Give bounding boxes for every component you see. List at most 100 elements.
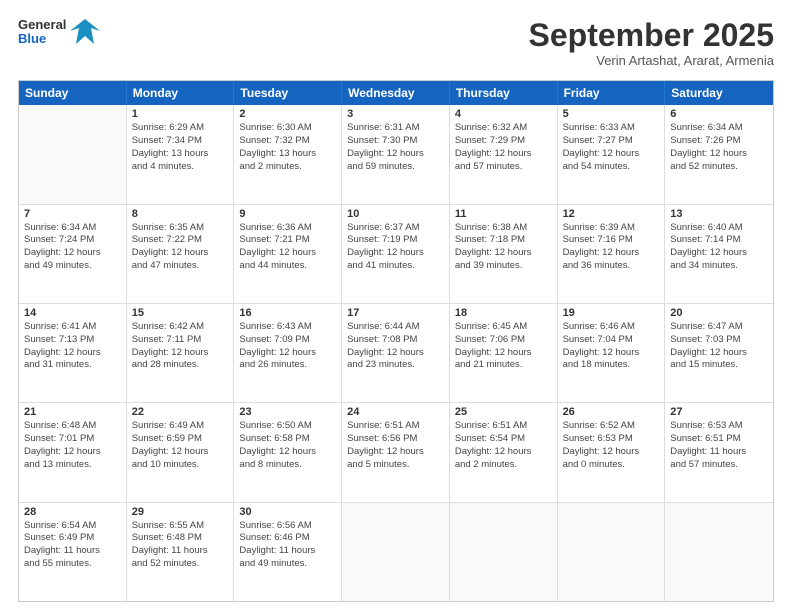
day-info-line: Sunset: 7:09 PM <box>239 334 336 347</box>
day-number: 25 <box>455 406 552 418</box>
day-info-line: Daylight: 11 hours <box>670 446 768 459</box>
day-info-line: and 54 minutes. <box>563 161 660 174</box>
calendar-week-1: 1Sunrise: 6:29 AMSunset: 7:34 PMDaylight… <box>19 105 773 204</box>
calendar-day-11: 11Sunrise: 6:38 AMSunset: 7:18 PMDayligh… <box>450 205 558 303</box>
day-number: 2 <box>239 108 336 120</box>
day-info-line: Daylight: 12 hours <box>455 247 552 260</box>
day-info-line: Daylight: 12 hours <box>563 446 660 459</box>
day-info-line: Daylight: 12 hours <box>132 347 229 360</box>
calendar-week-3: 14Sunrise: 6:41 AMSunset: 7:13 PMDayligh… <box>19 304 773 403</box>
day-info-line: Daylight: 13 hours <box>239 148 336 161</box>
day-number: 3 <box>347 108 444 120</box>
day-info-line: Sunset: 6:51 PM <box>670 433 768 446</box>
calendar-day-9: 9Sunrise: 6:36 AMSunset: 7:21 PMDaylight… <box>234 205 342 303</box>
calendar-empty-cell <box>19 105 127 203</box>
calendar-body: 1Sunrise: 6:29 AMSunset: 7:34 PMDaylight… <box>19 105 773 601</box>
day-info-line: Sunset: 7:21 PM <box>239 234 336 247</box>
day-info-line: and 34 minutes. <box>670 260 768 273</box>
day-number: 20 <box>670 307 768 319</box>
calendar-day-3: 3Sunrise: 6:31 AMSunset: 7:30 PMDaylight… <box>342 105 450 203</box>
calendar-day-23: 23Sunrise: 6:50 AMSunset: 6:58 PMDayligh… <box>234 403 342 501</box>
day-info-line: Sunrise: 6:42 AM <box>132 321 229 334</box>
day-info-line: Sunrise: 6:47 AM <box>670 321 768 334</box>
day-info-line: Daylight: 12 hours <box>347 247 444 260</box>
day-info-line: Sunrise: 6:49 AM <box>132 420 229 433</box>
day-info-line: Sunrise: 6:36 AM <box>239 222 336 235</box>
header-day-sunday: Sunday <box>19 81 127 105</box>
calendar-day-2: 2Sunrise: 6:30 AMSunset: 7:32 PMDaylight… <box>234 105 342 203</box>
day-number: 17 <box>347 307 444 319</box>
calendar-day-4: 4Sunrise: 6:32 AMSunset: 7:29 PMDaylight… <box>450 105 558 203</box>
logo-bird-icon <box>70 18 100 46</box>
day-info-line: and 41 minutes. <box>347 260 444 273</box>
calendar-day-12: 12Sunrise: 6:39 AMSunset: 7:16 PMDayligh… <box>558 205 666 303</box>
day-info-line: Sunset: 7:06 PM <box>455 334 552 347</box>
calendar-day-6: 6Sunrise: 6:34 AMSunset: 7:26 PMDaylight… <box>665 105 773 203</box>
day-number: 26 <box>563 406 660 418</box>
header-day-wednesday: Wednesday <box>342 81 450 105</box>
day-info-line: Daylight: 11 hours <box>132 545 229 558</box>
day-number: 15 <box>132 307 229 319</box>
day-info-line: Daylight: 12 hours <box>132 446 229 459</box>
day-info-line: Daylight: 12 hours <box>670 247 768 260</box>
header-day-monday: Monday <box>127 81 235 105</box>
day-number: 7 <box>24 208 121 220</box>
calendar-day-5: 5Sunrise: 6:33 AMSunset: 7:27 PMDaylight… <box>558 105 666 203</box>
calendar-day-1: 1Sunrise: 6:29 AMSunset: 7:34 PMDaylight… <box>127 105 235 203</box>
day-info-line: Sunrise: 6:46 AM <box>563 321 660 334</box>
calendar-day-21: 21Sunrise: 6:48 AMSunset: 7:01 PMDayligh… <box>19 403 127 501</box>
day-info-line: Sunset: 6:54 PM <box>455 433 552 446</box>
day-info-line: Sunset: 7:29 PM <box>455 135 552 148</box>
day-info-line: and 52 minutes. <box>670 161 768 174</box>
day-info-line: and 39 minutes. <box>455 260 552 273</box>
day-info-line: Daylight: 12 hours <box>24 347 121 360</box>
day-info-line: and 4 minutes. <box>132 161 229 174</box>
day-info-line: Sunrise: 6:54 AM <box>24 520 121 533</box>
calendar-day-7: 7Sunrise: 6:34 AMSunset: 7:24 PMDaylight… <box>19 205 127 303</box>
day-info-line: Sunset: 7:04 PM <box>563 334 660 347</box>
day-info-line: and 57 minutes. <box>455 161 552 174</box>
day-info-line: Sunset: 7:30 PM <box>347 135 444 148</box>
day-info-line: Daylight: 12 hours <box>132 247 229 260</box>
calendar-day-26: 26Sunrise: 6:52 AMSunset: 6:53 PMDayligh… <box>558 403 666 501</box>
day-number: 8 <box>132 208 229 220</box>
day-info-line: Sunrise: 6:34 AM <box>24 222 121 235</box>
day-info-line: and 49 minutes. <box>24 260 121 273</box>
day-number: 5 <box>563 108 660 120</box>
day-info-line: Sunrise: 6:30 AM <box>239 122 336 135</box>
day-info-line: Sunrise: 6:56 AM <box>239 520 336 533</box>
day-info-line: Daylight: 11 hours <box>24 545 121 558</box>
day-info-line: and 44 minutes. <box>239 260 336 273</box>
day-info-line: Sunrise: 6:39 AM <box>563 222 660 235</box>
day-info-line: Daylight: 12 hours <box>239 247 336 260</box>
header-day-friday: Friday <box>558 81 666 105</box>
day-info-line: Daylight: 12 hours <box>347 347 444 360</box>
day-number: 23 <box>239 406 336 418</box>
calendar-empty-cell <box>558 503 666 601</box>
day-info-line: Daylight: 12 hours <box>670 148 768 161</box>
day-info-line: and 13 minutes. <box>24 459 121 472</box>
day-number: 27 <box>670 406 768 418</box>
day-info-line: Daylight: 13 hours <box>132 148 229 161</box>
calendar-empty-cell <box>450 503 558 601</box>
day-info-line: Sunrise: 6:53 AM <box>670 420 768 433</box>
day-info-line: Daylight: 12 hours <box>24 446 121 459</box>
day-info-line: Sunrise: 6:43 AM <box>239 321 336 334</box>
day-info-line: Daylight: 12 hours <box>347 148 444 161</box>
day-info-line: Sunrise: 6:41 AM <box>24 321 121 334</box>
calendar-day-27: 27 Sunrise: 6:53 AMSunset: 6:51 PMDayligh… <box>665 403 773 501</box>
day-info-line: Sunset: 6:46 PM <box>239 532 336 545</box>
day-number: 10 <box>347 208 444 220</box>
calendar-day-18: 18Sunrise: 6:45 AMSunset: 7:06 PMDayligh… <box>450 304 558 402</box>
day-info-line: and 15 minutes. <box>670 359 768 372</box>
day-info-line: Daylight: 12 hours <box>347 446 444 459</box>
day-info-line: and 49 minutes. <box>239 558 336 571</box>
day-info-line: Daylight: 12 hours <box>563 247 660 260</box>
calendar-day-28: 28Sunrise: 6:54 AMSunset: 6:49 PMDayligh… <box>19 503 127 601</box>
calendar-day-19: 19Sunrise: 6:46 AMSunset: 7:04 PMDayligh… <box>558 304 666 402</box>
day-info-line: and 52 minutes. <box>132 558 229 571</box>
calendar-day-10: 10Sunrise: 6:37 AMSunset: 7:19 PMDayligh… <box>342 205 450 303</box>
day-info-line: Daylight: 12 hours <box>455 347 552 360</box>
day-info-line: Sunrise: 6:48 AM <box>24 420 121 433</box>
day-number: 29 <box>132 506 229 518</box>
